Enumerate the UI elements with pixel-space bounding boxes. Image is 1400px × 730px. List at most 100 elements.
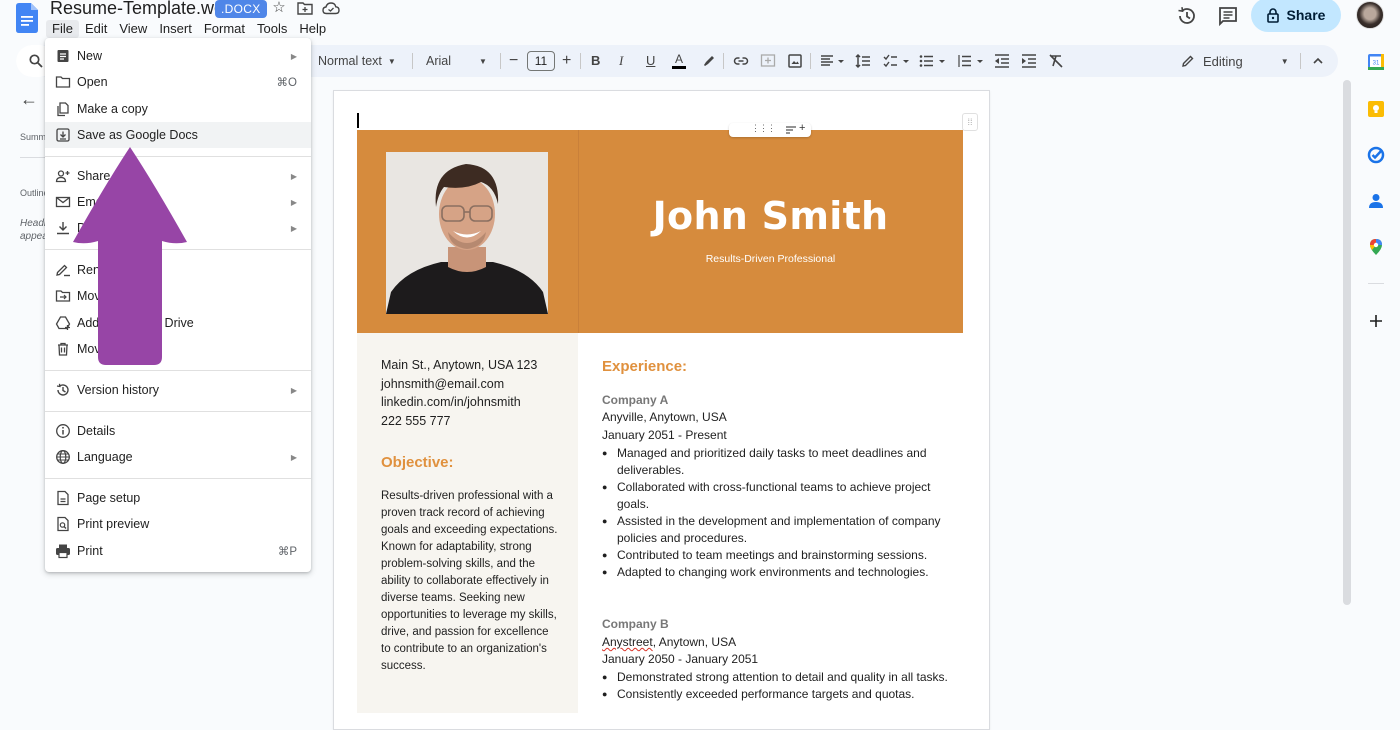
menu-item-open[interactable]: Open ⌘O	[45, 69, 311, 95]
tasks-icon[interactable]	[1367, 146, 1385, 164]
contact-phone: 222 555 777	[381, 413, 451, 428]
history-icon	[56, 383, 69, 396]
clear-formatting-icon[interactable]	[1048, 53, 1064, 69]
editing-mode-dropdown[interactable]: Editing ▼	[1181, 45, 1289, 77]
decrease-font-size-button[interactable]: −	[509, 45, 518, 77]
drag-handle-icon[interactable]: ⋮⋮⋮	[751, 123, 776, 134]
document-scrollbar[interactable]	[1343, 80, 1351, 605]
checklist-icon[interactable]	[883, 53, 911, 69]
search-icon	[29, 54, 43, 68]
maps-icon[interactable]	[1367, 238, 1385, 256]
rename-icon	[56, 264, 70, 277]
underline-icon[interactable]: U	[646, 53, 662, 69]
list-item: Adapted to changing work environments an…	[602, 564, 964, 581]
move-to-folder-icon[interactable]	[297, 1, 313, 15]
line-spacing-icon[interactable]	[855, 53, 871, 69]
text-color-icon[interactable]: A	[672, 52, 686, 69]
toolbar-divider	[580, 53, 581, 69]
menu-item-language[interactable]: Language ▶	[45, 444, 311, 470]
insert-image-icon[interactable]	[787, 53, 803, 69]
back-arrow-icon[interactable]: ←	[20, 89, 38, 110]
calendar-icon[interactable]: 31	[1367, 53, 1385, 71]
menu-item-new[interactable]: New ▶	[45, 43, 311, 69]
menu-edit[interactable]: Edit	[79, 20, 113, 38]
resume-tagline[interactable]: Results-Driven Professional	[578, 253, 963, 265]
job-bullets[interactable]: Demonstrated strong attention to detail …	[602, 669, 964, 703]
submenu-arrow-icon: ▶	[290, 452, 297, 462]
job-location: Anyville, Anytown, USA	[602, 410, 727, 424]
numbered-list-icon[interactable]	[957, 53, 985, 69]
menu-item-label: Details	[77, 424, 116, 438]
share-person-icon	[55, 170, 70, 183]
add-comment-icon[interactable]	[760, 53, 776, 69]
menu-item-print[interactable]: Print ⌘P	[45, 538, 311, 564]
table-drag-handle-icon[interactable]: ⁞⁞	[962, 113, 978, 131]
share-button[interactable]: Share	[1251, 0, 1341, 32]
contact-info[interactable]: Main St., Anytown, USA 123 johnsmith@ema…	[381, 356, 537, 430]
document-title[interactable]: Resume-Template.word	[50, 0, 240, 19]
job-bullets[interactable]: Managed and prioritized daily tasks to m…	[602, 445, 964, 581]
resume-name[interactable]: John Smith	[578, 194, 963, 238]
menu-item-version-history[interactable]: Version history ▶	[45, 377, 311, 403]
menu-item-details[interactable]: Details	[45, 418, 311, 444]
bulleted-list-icon[interactable]	[919, 53, 947, 69]
menu-format[interactable]: Format	[198, 20, 251, 38]
highlight-icon[interactable]	[701, 53, 717, 69]
decrease-indent-icon[interactable]	[994, 53, 1010, 69]
contacts-icon[interactable]	[1367, 192, 1385, 210]
comments-icon[interactable]	[1217, 5, 1239, 27]
docs-logo-icon[interactable]	[16, 3, 38, 33]
add-column-icon[interactable]: +	[799, 122, 805, 134]
menu-insert[interactable]: Insert	[153, 20, 198, 38]
menu-tools[interactable]: Tools	[251, 20, 293, 38]
company-name: Company A	[602, 393, 669, 407]
spelling-error[interactable]: Anystreet	[602, 635, 653, 649]
version-history-icon[interactable]	[1176, 5, 1198, 27]
sidebar-divider	[1368, 283, 1384, 284]
info-icon	[56, 424, 70, 438]
align-icon[interactable]	[820, 53, 846, 69]
list-item: Demonstrated strong attention to detail …	[602, 669, 964, 686]
menu-file[interactable]: File	[46, 20, 79, 38]
list-item: Managed and prioritized daily tasks to m…	[602, 445, 964, 479]
save-download-icon	[56, 128, 70, 142]
italic-icon[interactable]: I	[619, 53, 635, 69]
bold-icon[interactable]: B	[591, 53, 607, 69]
toolbar-divider	[810, 53, 811, 69]
font-size-input[interactable]: 11	[527, 51, 555, 71]
paragraph-style-dropdown[interactable]: Normal text ▼	[318, 45, 396, 77]
list-item: Collaborated with cross-functional teams…	[602, 479, 964, 513]
star-icon[interactable]: ☆	[270, 0, 288, 17]
submenu-arrow-icon: ▶	[290, 197, 297, 207]
keep-icon[interactable]	[1367, 100, 1385, 118]
sort-icon[interactable]	[786, 126, 796, 134]
increase-font-size-button[interactable]: +	[562, 45, 571, 77]
add-addon-icon[interactable]	[1367, 312, 1385, 330]
menu-view[interactable]: View	[113, 20, 153, 38]
chevron-down-icon: ▼	[479, 56, 487, 66]
menu-item-make-a-copy[interactable]: Make a copy	[45, 96, 311, 122]
font-family-value: Arial	[426, 54, 452, 68]
svg-text:31: 31	[1373, 61, 1380, 67]
increase-indent-icon[interactable]	[1021, 53, 1037, 69]
user-avatar[interactable]	[1356, 1, 1384, 29]
toolbar-divider	[1300, 53, 1301, 69]
cloud-saved-icon[interactable]	[322, 1, 340, 15]
editing-mode-label: Editing	[1203, 53, 1243, 69]
download-icon	[57, 222, 69, 235]
link-icon[interactable]	[733, 53, 749, 69]
top-bar: Resume-Template.word .DOCX ☆ File Edit V…	[0, 0, 1400, 42]
menu-item-page-setup[interactable]: Page setup	[45, 485, 311, 511]
menu-divider	[45, 411, 311, 412]
menu-item-print-preview[interactable]: Print preview	[45, 511, 311, 537]
lock-icon	[1266, 7, 1279, 23]
table-toolbar[interactable]: ⋮⋮⋮ +	[729, 122, 811, 137]
menu-help[interactable]: Help	[293, 20, 332, 38]
font-family-dropdown[interactable]: Arial ▼	[426, 45, 487, 77]
new-document-icon	[57, 50, 69, 62]
objective-text[interactable]: Results-driven professional with a prove…	[381, 488, 561, 675]
job-location: Anystreet, Anytown, USA	[602, 635, 736, 649]
collapse-toolbar-icon[interactable]	[1310, 53, 1326, 69]
list-item: Consistently exceeded performance target…	[602, 686, 964, 703]
job-dates: January 2051 - Present	[602, 428, 727, 442]
